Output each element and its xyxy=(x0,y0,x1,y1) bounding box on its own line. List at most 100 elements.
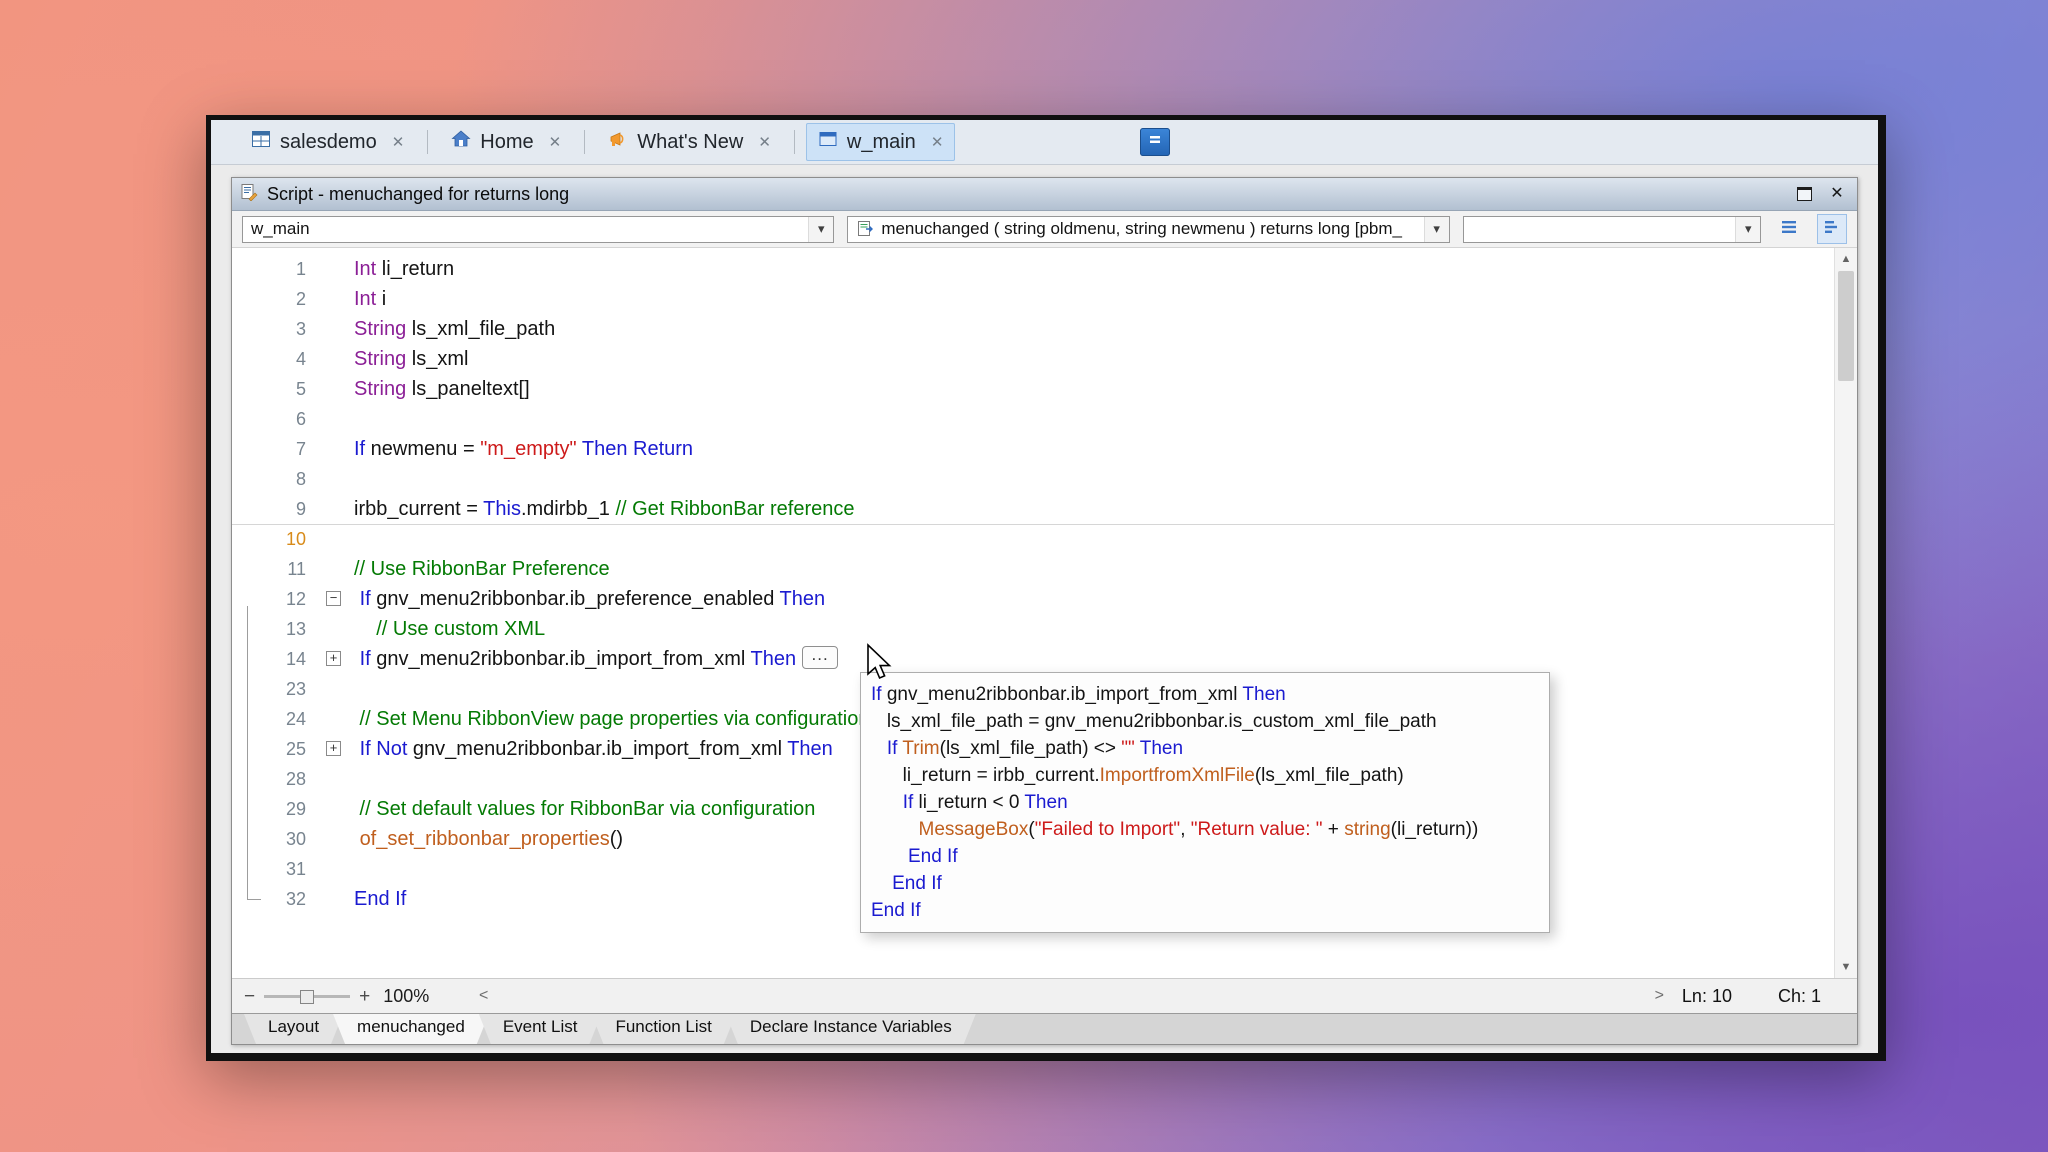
close-tab-icon[interactable]: ✕ xyxy=(549,135,562,150)
fold-margin xyxy=(318,674,354,704)
zoom-level: 100% xyxy=(383,986,429,1007)
code-token: gnv_menu2ribbonbar.ib_import_from_xml xyxy=(882,684,1243,705)
code-token: Then xyxy=(780,588,826,610)
code-token: String xyxy=(354,348,406,370)
fold-margin xyxy=(318,494,354,524)
code-line-8[interactable]: 8 xyxy=(232,464,1835,494)
fold-margin xyxy=(318,524,354,554)
code-text xyxy=(354,524,1835,554)
code-token: Then xyxy=(787,738,833,760)
code-token: // Use RibbonBar Preference xyxy=(354,558,610,580)
chevron-down-icon: ▾ xyxy=(1735,217,1760,242)
bottom-tab-function-list[interactable]: Function List xyxy=(591,1014,735,1044)
collapse-fold-icon[interactable]: − xyxy=(326,591,341,606)
horizontal-scrollbar[interactable] xyxy=(498,990,1644,1002)
bottom-tab-layout[interactable]: Layout xyxy=(244,1014,343,1044)
code-token: string xyxy=(1344,819,1390,840)
code-line-13[interactable]: 13 // Use custom XML xyxy=(232,614,1835,644)
code-token: newmenu = xyxy=(365,438,480,460)
zoom-out-button[interactable]: − xyxy=(244,987,255,1006)
code-line-6[interactable]: 6 xyxy=(232,404,1835,434)
script-icon xyxy=(240,183,258,206)
expand-fold-icon[interactable]: + xyxy=(326,651,341,666)
scroll-down-icon[interactable]: ▼ xyxy=(1835,956,1857,978)
close-button[interactable]: ✕ xyxy=(1825,183,1849,205)
app-window: salesdemo✕Home✕What's New✕w_main✕ Script… xyxy=(206,115,1886,1061)
code-editor[interactable]: 1Int li_return2Int i3String ls_xml_file_… xyxy=(232,248,1857,978)
script-title-bar[interactable]: Script - menuchanged for returns long ✕ xyxy=(232,178,1857,211)
close-tab-icon[interactable]: ✕ xyxy=(931,135,944,150)
code-token: If xyxy=(360,738,371,760)
tab-salesdemo[interactable]: salesdemo ✕ xyxy=(239,123,416,161)
fold-margin xyxy=(318,404,354,434)
grid-icon xyxy=(251,129,271,155)
column-indicator: Ch: 1 xyxy=(1778,986,1821,1007)
scroll-up-icon[interactable]: ▲ xyxy=(1835,248,1857,270)
scrollbar-thumb[interactable] xyxy=(1838,271,1854,381)
close-tab-icon[interactable]: ✕ xyxy=(392,135,405,150)
code-line-4[interactable]: 4String ls_xml xyxy=(232,344,1835,374)
object-dropdown-value: w_main xyxy=(251,219,808,239)
panel-button[interactable] xyxy=(1140,128,1170,156)
code-line-5[interactable]: 5String ls_paneltext[] xyxy=(232,374,1835,404)
code-line-9[interactable]: 9irbb_current = This.mdirbb_1 // Get Rib… xyxy=(232,494,1835,524)
code-token: If xyxy=(903,792,914,813)
vertical-scrollbar[interactable]: ▲ ▼ xyxy=(1834,248,1857,978)
bottom-tab-menuchanged[interactable]: menuchanged xyxy=(333,1014,489,1044)
home-icon xyxy=(451,129,471,155)
line-number: 12 xyxy=(232,584,318,614)
code-text xyxy=(354,404,1835,434)
code-token: "m_empty" xyxy=(480,438,576,460)
code-token: If xyxy=(887,738,898,759)
fold-margin: + xyxy=(318,644,354,674)
tab-label: w_main xyxy=(847,131,916,154)
code-token: Int xyxy=(354,258,376,280)
zoom-slider-thumb[interactable] xyxy=(300,990,314,1004)
line-number: 31 xyxy=(232,854,318,884)
code-line-11[interactable]: 11// Use RibbonBar Preference xyxy=(232,554,1835,584)
extra-dropdown[interactable]: ▾ xyxy=(1463,216,1762,243)
code-line-10[interactable]: 10 xyxy=(232,524,1835,554)
code-preview-tooltip-body: If gnv_menu2ribbonbar.ib_import_from_xml… xyxy=(871,681,1539,924)
zoom-slider[interactable] xyxy=(264,995,350,998)
tab-w-main[interactable]: w_main ✕ xyxy=(806,123,956,161)
expand-fold-icon[interactable]: + xyxy=(326,741,341,756)
tab-label: salesdemo xyxy=(280,131,377,154)
code-line-12[interactable]: 12− If gnv_menu2ribbonbar.ib_preference_… xyxy=(232,584,1835,614)
scroll-left-button[interactable]: < xyxy=(479,987,488,1005)
fold-margin xyxy=(318,254,354,284)
fold-margin xyxy=(318,794,354,824)
fold-margin xyxy=(318,434,354,464)
code-token: Then xyxy=(1140,738,1183,759)
maximize-button[interactable] xyxy=(1792,183,1816,205)
list-icon xyxy=(1780,218,1798,241)
code-line-14[interactable]: 14+ If gnv_menu2ribbonbar.ib_import_from… xyxy=(232,644,1835,674)
code-token: End If xyxy=(871,900,921,921)
expand-collapsed-code-button[interactable]: ... xyxy=(802,646,838,669)
tooltip-code-line: If Trim(ls_xml_file_path) <> "" Then xyxy=(871,735,1539,762)
outline-view-button[interactable] xyxy=(1817,214,1847,244)
code-line-3[interactable]: 3String ls_xml_file_path xyxy=(232,314,1835,344)
tab-what-s-new[interactable]: What's New✕ xyxy=(596,123,783,161)
code-token: ls_xml_file_path xyxy=(406,318,555,340)
object-dropdown[interactable]: w_main ▾ xyxy=(242,216,834,243)
code-token: ls_xml xyxy=(406,348,468,370)
tab-home[interactable]: Home✕ xyxy=(439,123,573,161)
list-view-button[interactable] xyxy=(1774,214,1804,244)
code-token: (ls_xml_file_path) xyxy=(1255,765,1404,786)
fold-margin xyxy=(318,764,354,794)
scroll-right-button[interactable]: > xyxy=(1655,987,1664,1005)
zoom-in-button[interactable]: + xyxy=(359,987,370,1006)
bottom-tab-declare-instance-variables[interactable]: Declare Instance Variables xyxy=(726,1014,976,1044)
tab-separator xyxy=(584,130,585,154)
code-line-2[interactable]: 2Int i xyxy=(232,284,1835,314)
code-token xyxy=(871,846,908,867)
code-line-7[interactable]: 7If newmenu = "m_empty" Then Return xyxy=(232,434,1835,464)
event-dropdown[interactable]: menuchanged ( string oldmenu, string new… xyxy=(847,216,1449,243)
code-token: String xyxy=(354,378,406,400)
close-tab-icon[interactable]: ✕ xyxy=(758,135,771,150)
bottom-tab-event-list[interactable]: Event List xyxy=(479,1014,602,1044)
code-text: irbb_current = This.mdirbb_1 // Get Ribb… xyxy=(354,494,1835,524)
code-line-1[interactable]: 1Int li_return xyxy=(232,254,1835,284)
desktop-background: salesdemo✕Home✕What's New✕w_main✕ Script… xyxy=(0,0,2048,1152)
